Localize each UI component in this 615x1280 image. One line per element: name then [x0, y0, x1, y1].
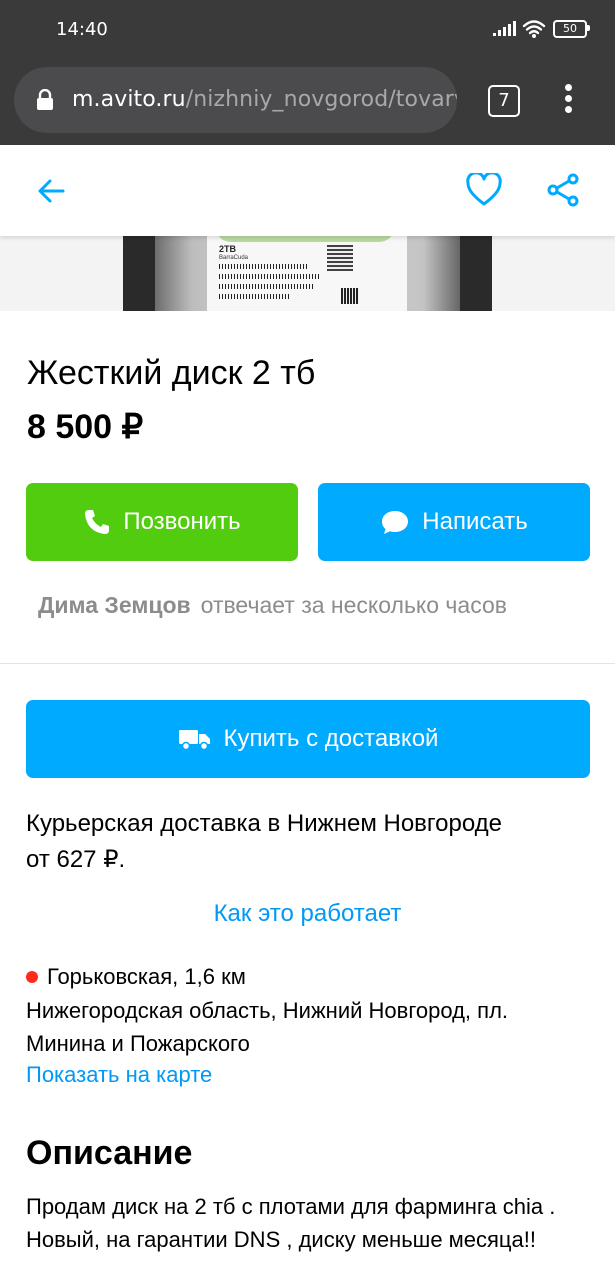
lock-icon: [37, 89, 53, 110]
metro-station: Горьковская, 1,6 км: [26, 964, 246, 990]
message-button[interactable]: Написать: [318, 483, 590, 561]
buy-button-label: Купить с доставкой: [223, 725, 439, 752]
description-text: Продам диск на 2 тб с плотами для фармин…: [26, 1194, 556, 1252]
buy-with-delivery-button[interactable]: Купить с доставкой: [26, 700, 590, 778]
show-on-map-link[interactable]: Показать на карте: [26, 1062, 212, 1088]
share-icon[interactable]: [546, 173, 580, 207]
message-button-label: Написать: [422, 508, 528, 535]
signal-icon: [493, 21, 516, 36]
url-path: /nizhniy_novgorod/tovary_: [185, 87, 457, 112]
arrow-back-icon[interactable]: [36, 176, 66, 206]
metro-line-dot-icon: [26, 971, 38, 983]
divider: [0, 663, 615, 664]
wifi-icon: [522, 20, 546, 35]
description-heading: Описание: [26, 1134, 193, 1172]
phone-icon: [85, 510, 110, 534]
url-text[interactable]: m.avito.ru/nizhniy_novgorod/tovary_: [72, 87, 457, 112]
heart-icon[interactable]: [466, 173, 502, 207]
photo-capacity-label: 2TB: [219, 244, 237, 254]
hard-drive-image: 2TB BarraCuda: [123, 236, 492, 311]
address-bar[interactable]: m.avito.ru/nizhniy_novgorod/tovary_: [14, 67, 457, 133]
battery-icon: 50: [553, 20, 587, 38]
call-button-label: Позвонить: [123, 508, 241, 535]
tabs-button[interactable]: 7: [488, 85, 520, 117]
delivery-info: Курьерская доставка в Нижнем Новгороде о…: [26, 806, 586, 878]
status-icons: 50: [493, 18, 593, 42]
address-text: Нижегородская область, Нижний Новгород, …: [26, 998, 509, 1056]
listing-title: Жесткий диск 2 тб: [27, 354, 316, 392]
url-host: m.avito.ru: [72, 87, 186, 112]
listing-top-nav: [0, 145, 615, 236]
listing-price: 8 500 ₽: [27, 408, 144, 446]
how-it-works-link[interactable]: Как это работает: [0, 900, 615, 928]
delivery-truck-icon: [178, 730, 210, 751]
seller-info: Дима Земцов отвечает за несколько часов: [38, 592, 507, 619]
status-time: 14:40: [56, 19, 108, 40]
delivery-line-2: от 627 ₽.: [26, 846, 126, 873]
seller-name[interactable]: Дима Земцов: [38, 592, 191, 618]
metro-station-label: Горьковская, 1,6 км: [47, 964, 246, 989]
more-vertical-icon[interactable]: [558, 84, 578, 116]
seller-response-time: отвечает за несколько часов: [200, 592, 507, 618]
call-button[interactable]: Позвонить: [26, 483, 298, 561]
status-bar: 14:40 50: [0, 0, 615, 62]
photo-model-label: BarraCuda: [219, 255, 249, 261]
product-photo[interactable]: 2TB BarraCuda: [0, 236, 615, 311]
chat-bubble-icon: [382, 511, 409, 534]
delivery-line-1: Курьерская доставка в Нижнем Новгороде: [26, 810, 503, 837]
browser-toolbar: m.avito.ru/nizhniy_novgorod/tovary_ 7: [0, 62, 615, 145]
